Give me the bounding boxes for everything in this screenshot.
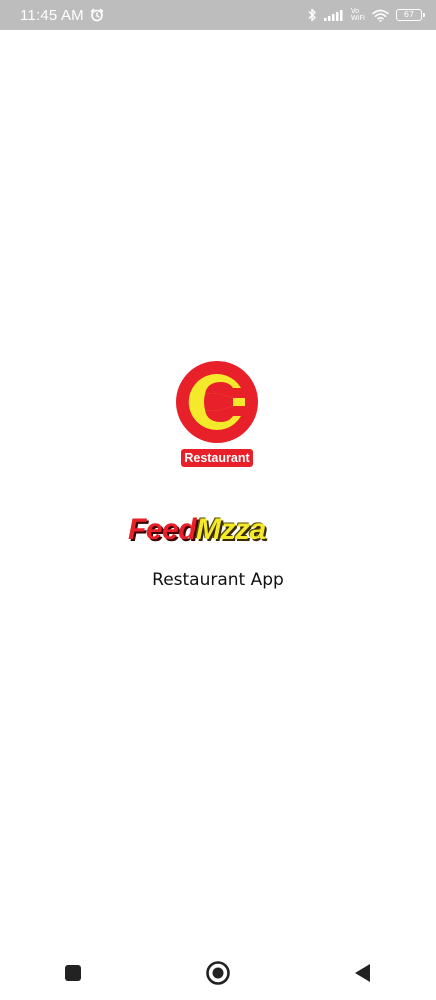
status-bar: 11:45 AM Vo WiFi 67: [0, 0, 436, 30]
battery-level: 67: [403, 10, 415, 19]
brand-part-2: Mzza: [196, 513, 266, 546]
app-logo: Restaurant: [172, 360, 262, 470]
status-left: 11:45 AM: [20, 7, 104, 24]
logo-emblem-icon: [176, 361, 258, 443]
splash-screen: 11:45 AM Vo WiFi 67 Restaurant Feed Mzza…: [0, 0, 436, 1000]
back-button[interactable]: [333, 948, 393, 998]
status-time: 11:45 AM: [20, 6, 84, 24]
vowifi-bottom: WiFi: [350, 14, 365, 22]
status-right: Vo WiFi 67: [307, 8, 425, 22]
back-triangle-icon: [354, 963, 372, 983]
system-nav-bar: [0, 945, 436, 1000]
wifi-icon: [372, 9, 389, 22]
signal-icon: [323, 9, 344, 21]
battery-icon: 67: [396, 9, 425, 21]
recents-square-icon: [64, 964, 82, 982]
vowifi-icon: Vo WiFi: [351, 8, 365, 22]
home-circle-icon: [205, 960, 231, 986]
app-subtitle: Restaurant App: [152, 570, 284, 590]
alarm-icon: [90, 8, 104, 22]
recents-button[interactable]: [43, 948, 103, 998]
brand-wordmark: Feed Mzza: [128, 510, 304, 550]
brand-part-1: Feed: [128, 513, 197, 546]
logo-badge: Restaurant: [180, 448, 254, 468]
home-button[interactable]: [188, 948, 248, 998]
bluetooth-icon: [307, 8, 317, 22]
